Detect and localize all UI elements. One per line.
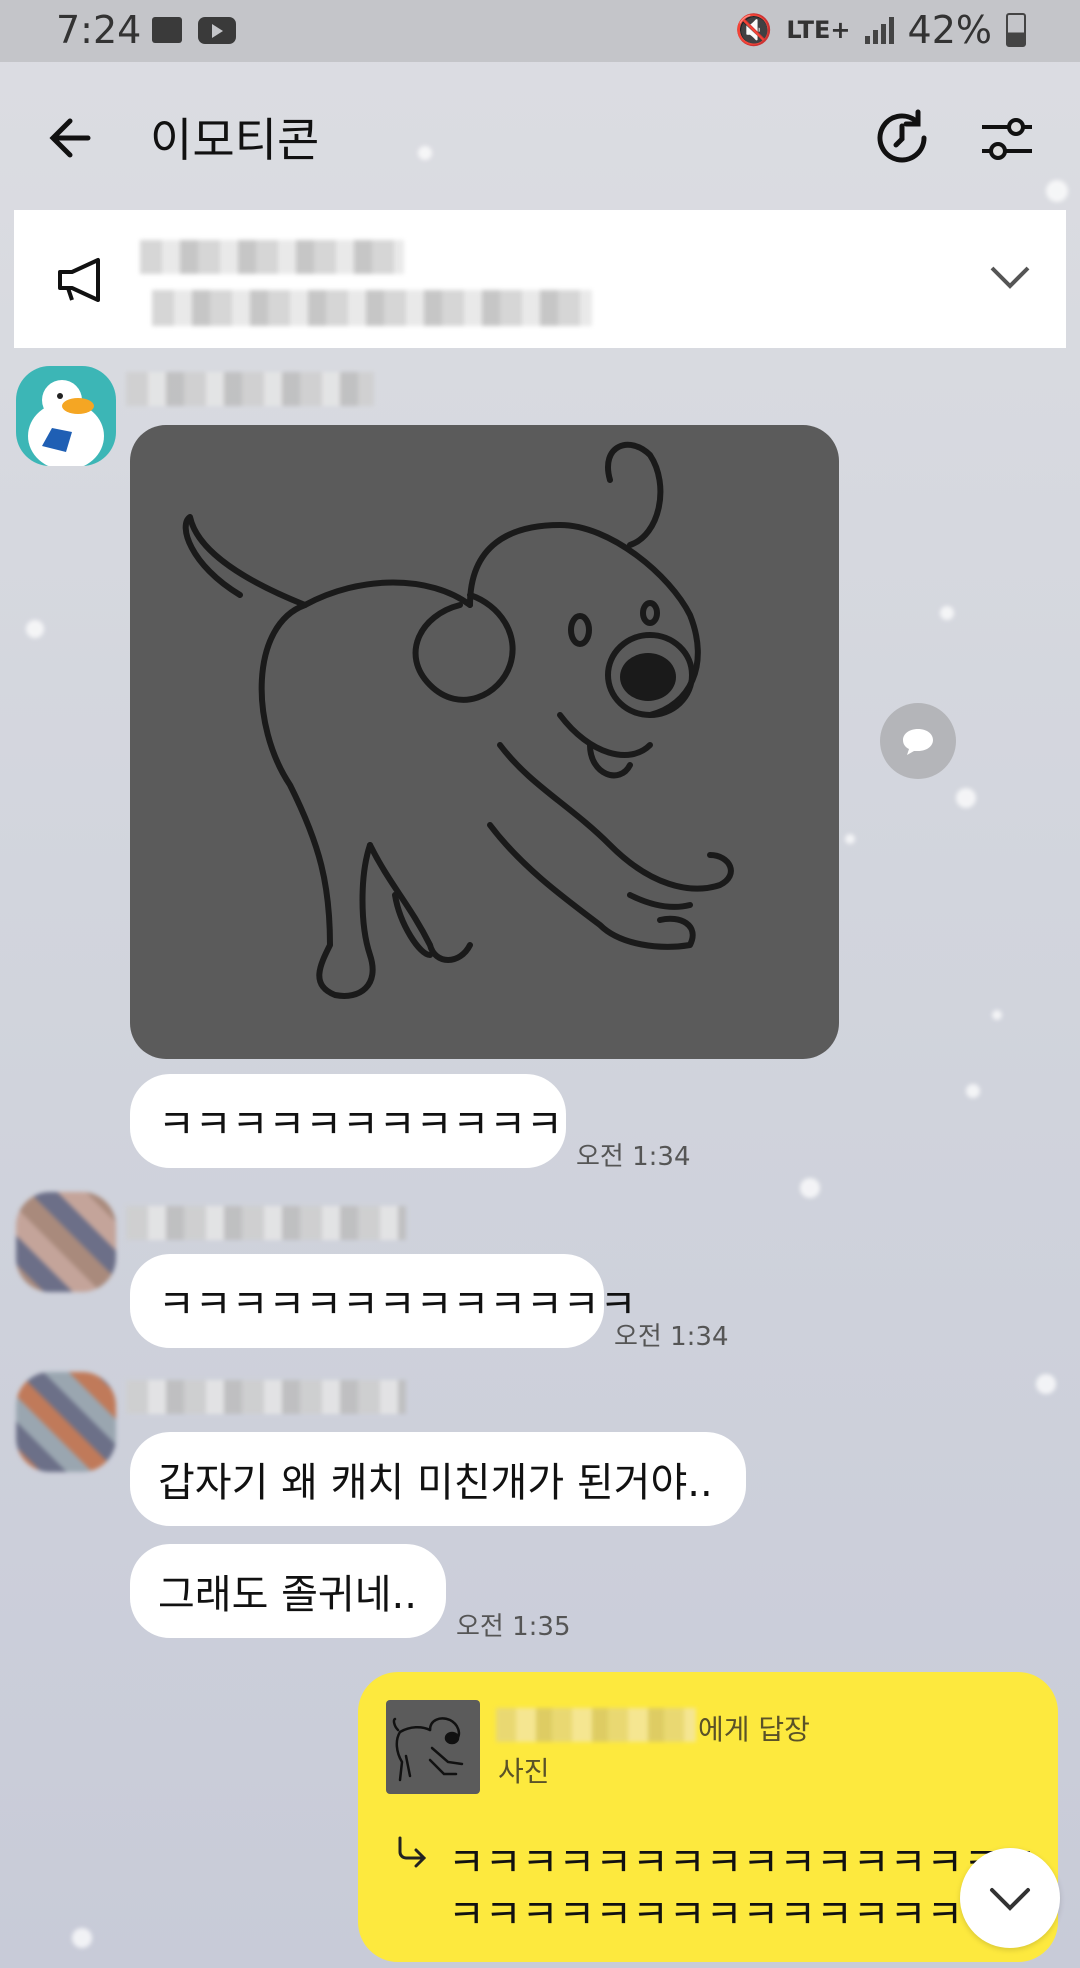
back-button[interactable] — [44, 108, 104, 168]
dog-sticker-image[interactable] — [130, 425, 839, 1059]
battery-icon — [1006, 13, 1026, 47]
comment-button[interactable] — [880, 703, 956, 779]
network-label: LTE+ — [786, 16, 851, 44]
message-time: 오전 1:34 — [576, 1142, 691, 1172]
sender-name-redacted — [126, 372, 374, 406]
duck-avatar-icon — [28, 380, 104, 466]
reply-text-line1: ㅋㅋㅋㅋㅋㅋㅋㅋㅋㅋㅋㅋㅋㅋㅋㅋ — [448, 1840, 1037, 1886]
reply-to-suffix: 에게 답장 — [698, 1713, 810, 1746]
history-button[interactable] — [870, 106, 934, 170]
notice-banner[interactable] — [14, 210, 1066, 348]
history-clock-icon — [877, 109, 927, 163]
avatar[interactable] — [16, 1192, 116, 1292]
message-bubble[interactable]: ㅋㅋㅋㅋㅋㅋㅋㅋㅋㅋㅋㅋㅋ — [130, 1254, 636, 1348]
gallery-icon — [152, 17, 182, 43]
message-bubble[interactable]: ㅋㅋㅋㅋㅋㅋㅋㅋㅋㅋㅋ — [130, 1074, 566, 1168]
mute-icon: 🔇 — [734, 12, 773, 48]
reply-type: 사진 — [498, 1755, 550, 1788]
chevron-down-icon — [990, 1888, 1030, 1911]
notice-text-redacted — [152, 290, 592, 326]
message-time: 오전 1:35 — [456, 1612, 571, 1642]
settings-button[interactable] — [978, 110, 1036, 168]
avatar[interactable] — [16, 1372, 116, 1472]
dog-thumbnail-icon — [392, 1717, 464, 1782]
signal-icon — [864, 16, 894, 44]
battery-label: 42% — [907, 8, 992, 52]
reply-text-line2: ㅋㅋㅋㅋㅋㅋㅋㅋㅋㅋㅋㅋㅋㅋ — [448, 1892, 964, 1938]
avatar[interactable] — [16, 366, 116, 466]
chevron-down-icon[interactable] — [988, 262, 1032, 296]
scroll-down-button[interactable] — [960, 1848, 1060, 1948]
reply-target-redacted — [496, 1708, 696, 1742]
sender-name-redacted — [126, 1380, 406, 1414]
message-bubble[interactable]: 갑자기 왜 캐치 미친개가 된거야.. — [130, 1432, 746, 1526]
status-right: 🔇 LTE+ 42% — [735, 8, 1026, 52]
chat-title: 이모티콘 — [150, 113, 320, 167]
sliders-icon — [982, 118, 1032, 160]
status-time: 7:24 — [56, 8, 142, 52]
back-arrow-icon — [49, 118, 91, 158]
speech-bubble-icon — [903, 729, 933, 755]
megaphone-icon — [56, 256, 110, 304]
message-time: 오전 1:34 — [614, 1322, 729, 1352]
dog-drawing-icon — [182, 441, 734, 999]
youtube-icon — [198, 17, 236, 44]
reply-arrow-icon — [394, 1834, 428, 1872]
reply-thumbnail — [386, 1700, 480, 1794]
notice-author-redacted — [140, 240, 404, 274]
message-bubble[interactable]: 그래도 졸귀네.. — [130, 1544, 446, 1638]
sender-name-redacted — [126, 1206, 406, 1240]
